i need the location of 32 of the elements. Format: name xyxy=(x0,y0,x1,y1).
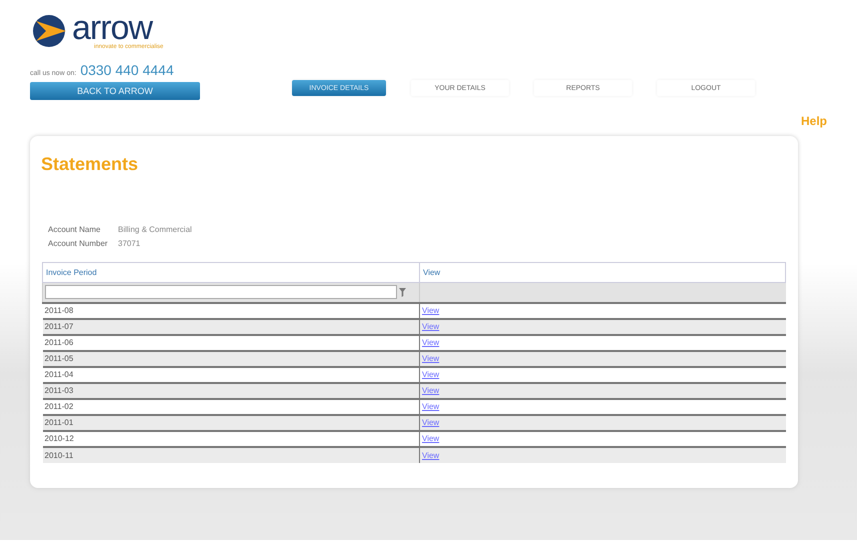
view-link[interactable]: View xyxy=(422,354,440,363)
view-link[interactable]: View xyxy=(422,450,440,460)
table-cell: 2011-01 xyxy=(42,414,420,430)
table-cell: 2011-04 xyxy=(42,366,420,382)
view-link[interactable]: View xyxy=(422,322,440,331)
table-cell: 2011-02 xyxy=(42,398,420,414)
logo-wordmark: arrow xyxy=(72,12,153,44)
filter-field[interactable] xyxy=(45,285,397,300)
field-label: Account Name xyxy=(48,225,102,234)
column-header[interactable]: View xyxy=(420,262,786,282)
table-cell: 2011-08 xyxy=(42,302,420,318)
view-link[interactable]: View xyxy=(422,338,440,347)
table-cell: 2011-07 xyxy=(42,318,420,334)
field-value: Billing & Commercial xyxy=(118,225,192,234)
column-header[interactable]: Invoice Period xyxy=(42,262,420,282)
field-label: Account Number xyxy=(48,239,109,248)
view-link[interactable]: View xyxy=(422,434,440,443)
table-cell: 2011-03 xyxy=(42,382,420,398)
table-cell: 2010-12 xyxy=(42,430,420,446)
table-cell: 2011-06 xyxy=(42,334,420,350)
table-cell: 2011-05 xyxy=(42,350,420,366)
view-link[interactable]: View xyxy=(422,418,440,427)
phone-number: 0330 440 4444 xyxy=(80,62,174,78)
field-value: 37071 xyxy=(118,239,140,248)
page-title: Statements xyxy=(41,154,140,175)
table-cell: 2010-11 xyxy=(42,446,420,462)
view-link[interactable]: View xyxy=(422,402,440,411)
view-link[interactable]: View xyxy=(422,370,440,379)
filter-icon[interactable] xyxy=(399,288,406,297)
view-link[interactable]: View xyxy=(422,386,440,395)
back-button[interactable]: BACK TO ARROW xyxy=(30,82,200,100)
view-link[interactable]: View xyxy=(422,306,440,315)
